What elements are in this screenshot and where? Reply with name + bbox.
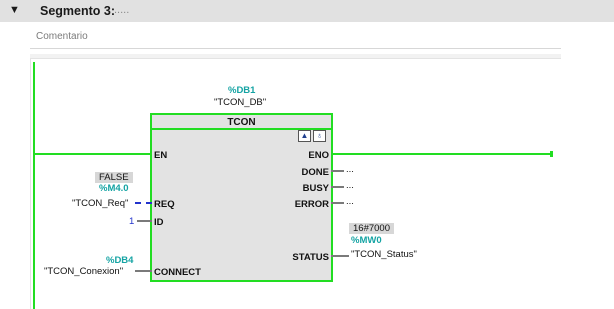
busy-operand-placeholder[interactable]: ... <box>346 180 354 191</box>
segment-title-placeholder[interactable]: ..... <box>114 4 129 16</box>
pin-en[interactable]: EN <box>154 150 167 161</box>
pin-busy[interactable]: BUSY <box>303 183 329 194</box>
id-operand-value[interactable]: 1 <box>129 216 134 227</box>
error-wire[interactable] <box>331 202 344 204</box>
instance-db-address[interactable]: %DB1 <box>228 85 255 96</box>
connect-operand-name[interactable]: "TCON_Conexion" <box>44 266 123 277</box>
pin-eno[interactable]: ENO <box>308 150 329 161</box>
pin-id[interactable]: ID <box>154 217 164 228</box>
connect-operand-address[interactable]: %DB4 <box>106 255 133 266</box>
pin-error[interactable]: ERROR <box>295 199 329 210</box>
eno-wire-end <box>550 151 553 157</box>
status-operand-name[interactable]: "TCON_Status" <box>351 249 417 260</box>
instance-db-name[interactable]: "TCON_DB" <box>214 97 266 108</box>
collapse-arrow-icon[interactable]: ▼ <box>9 4 20 16</box>
req-operand-address[interactable]: %M4.0 <box>99 183 129 194</box>
status-wire[interactable] <box>331 255 349 257</box>
busy-wire[interactable] <box>331 186 344 188</box>
tcon-function-block[interactable]: TCON ▲ ♁ EN REQ ID CONNECT ENO DONE BUSY… <box>150 113 333 282</box>
segment-title: Segmento 3: <box>40 4 116 18</box>
eno-wire[interactable] <box>331 153 552 155</box>
status-monitor-value: 16#7000 <box>349 223 394 234</box>
error-operand-placeholder[interactable]: ... <box>346 196 354 207</box>
en-wire[interactable] <box>33 153 152 155</box>
id-wire[interactable] <box>137 220 152 222</box>
segment-comment-field[interactable]: Comentario <box>30 28 561 49</box>
pin-status[interactable]: STATUS <box>292 252 329 263</box>
block-type-label: TCON <box>227 117 256 128</box>
pin-req[interactable]: REQ <box>154 199 175 210</box>
req-wire[interactable] <box>135 202 152 204</box>
req-operand-name[interactable]: "TCON_Req" <box>72 198 128 209</box>
comment-placeholder: Comentario <box>36 31 88 42</box>
status-operand-address[interactable]: %MW0 <box>351 235 382 246</box>
pin-connect[interactable]: CONNECT <box>154 267 201 278</box>
block-diagnostics-icon[interactable]: ♁ <box>313 130 326 142</box>
done-operand-placeholder[interactable]: ... <box>346 164 354 175</box>
pin-done[interactable]: DONE <box>302 167 329 178</box>
connect-wire[interactable] <box>135 270 152 272</box>
done-wire[interactable] <box>331 170 344 172</box>
power-rail <box>33 62 35 309</box>
req-monitor-value: FALSE <box>95 172 133 183</box>
block-config-icon[interactable]: ▲ <box>298 130 311 142</box>
segment-header[interactable]: ▼ Segmento 3: ..... <box>0 0 614 22</box>
